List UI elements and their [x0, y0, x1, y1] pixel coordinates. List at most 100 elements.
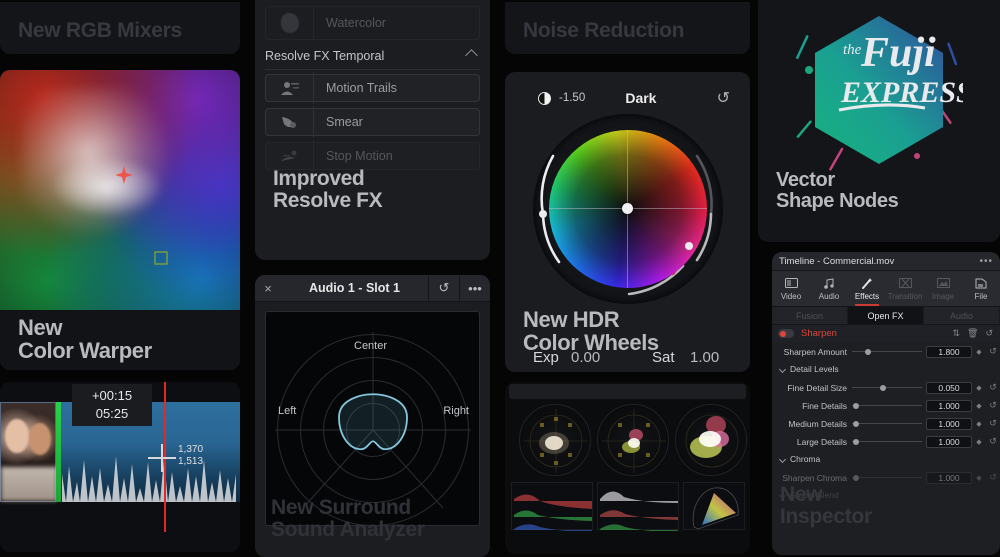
surround-analyzer-card: × Audio 1 - Slot 1 ↺ ••• Center Left Rig…: [255, 275, 490, 557]
plot-label-center: Center: [354, 340, 388, 352]
tab-effects[interactable]: Effects: [848, 271, 886, 306]
param-label: Medium Details: [788, 418, 847, 429]
resolve-fx-caption: Improved Resolve FX: [273, 167, 383, 213]
fx-item-watercolor[interactable]: Watercolor: [265, 6, 480, 40]
tab-label: Transition: [887, 291, 923, 301]
warper-cursor-icon: [115, 166, 168, 265]
keyframe-icon[interactable]: ◆: [972, 384, 986, 392]
resolve-fx-library-card: Watercolor Resolve FX Temporal Motion Tr…: [255, 0, 490, 260]
keyframe-icon[interactable]: ◆: [972, 402, 986, 410]
fx-item-label: Stop Motion: [326, 149, 393, 163]
close-icon[interactable]: ×: [255, 281, 281, 296]
exp-value[interactable]: 0.00: [571, 349, 600, 366]
reorder-icon[interactable]: ⇅: [952, 328, 960, 339]
param-large-details: Large Details 1.000 ◆ ↺: [772, 434, 1000, 449]
tab-video[interactable]: Video: [772, 271, 810, 306]
keyframe-icon[interactable]: ◆: [972, 438, 986, 446]
tab-audio[interactable]: Audio: [810, 271, 848, 306]
fuji-express-logo: the Fuji EXPRESS: [795, 16, 963, 171]
subtab-audio[interactable]: Audio: [924, 307, 1000, 324]
histogram-luma: [597, 482, 679, 532]
tab-label: Video: [780, 291, 802, 301]
param-slider[interactable]: [852, 474, 922, 481]
subtab-fusion[interactable]: Fusion: [772, 307, 848, 324]
more-options-icon[interactable]: •••: [459, 275, 490, 302]
thumb-subject-b: [29, 423, 51, 455]
reset-icon[interactable]: ↺: [986, 400, 1000, 411]
left-arc-handle[interactable]: [538, 210, 547, 218]
effect-enable-toggle[interactable]: [778, 329, 794, 338]
tab-image[interactable]: Image: [924, 271, 962, 306]
effect-name: Sharpen: [801, 328, 837, 339]
keyframe-icon[interactable]: ◆: [972, 420, 986, 428]
reset-icon[interactable]: ↺: [986, 346, 1000, 357]
reset-icon[interactable]: ↺: [986, 382, 1000, 393]
fx-item-label: Motion Trails: [326, 81, 397, 95]
reset-icon[interactable]: ↺: [717, 88, 730, 108]
tab-transition[interactable]: Transition: [886, 271, 924, 306]
group-chroma[interactable]: Chroma: [778, 454, 820, 464]
param-sharpen-amount: Sharpen Amount 1.800 ◆ ↺: [772, 344, 1000, 359]
param-sharpen-chroma: Sharpen Chroma 1.000 ◆ ↺: [772, 470, 1000, 485]
plot-label-left: Left: [278, 405, 297, 417]
transition-icon: [898, 277, 912, 290]
wheel-name: Dark: [625, 90, 657, 106]
param-slider[interactable]: [852, 402, 922, 409]
reset-icon[interactable]: ↺: [986, 418, 1000, 429]
scopes-toolbar[interactable]: [509, 384, 746, 399]
subtab-openfx[interactable]: Open FX: [848, 307, 924, 324]
fx-section-header-temporal[interactable]: Resolve FX Temporal: [265, 42, 480, 70]
fx-item-smear[interactable]: Smear: [265, 106, 480, 138]
reset-icon[interactable]: ↺: [986, 436, 1000, 447]
reset-icon[interactable]: ↺: [985, 328, 993, 339]
coord-x-value: 1,370: [178, 444, 204, 455]
histogram-rgb: [511, 482, 593, 532]
wheel-center-handle[interactable]: [621, 203, 633, 214]
tab-file[interactable]: File: [962, 271, 1000, 306]
inspector-tabs: Video Audio Effects Transition Image Fil…: [772, 271, 1000, 307]
more-options-icon[interactable]: •••: [979, 256, 993, 267]
keyframe-icon[interactable]: ◆: [972, 474, 986, 482]
exp-label: Exp: [533, 349, 559, 366]
param-value[interactable]: 1.800: [926, 345, 972, 358]
keyframe-icon[interactable]: ◆: [972, 348, 986, 356]
sat-value[interactable]: 1.00: [690, 349, 719, 366]
reset-icon[interactable]: ↺: [428, 275, 459, 302]
reset-icon[interactable]: ↺: [986, 472, 1000, 483]
vectorscope-1: [519, 404, 591, 476]
cursor-coordinates: 1,370 1,513: [178, 444, 203, 467]
surround-sound-plot[interactable]: Center Left Right: [265, 311, 480, 526]
file-icon: [975, 277, 987, 290]
stop-motion-icon: [266, 140, 314, 172]
fx-item-stop-motion[interactable]: Stop Motion: [265, 140, 480, 172]
vectorscope-2: [597, 404, 669, 476]
timecode-total: 05:25: [95, 406, 129, 421]
fx-item-motion-trails[interactable]: Motion Trails: [265, 72, 480, 104]
luminance-icon: [538, 91, 551, 105]
color-warper-grid[interactable]: [0, 70, 240, 310]
param-value[interactable]: 1.000: [926, 471, 972, 484]
param-medium-details: Medium Details 1.000 ◆ ↺: [772, 416, 1000, 431]
param-slider[interactable]: [852, 348, 922, 355]
clip-thumbnail[interactable]: [0, 402, 57, 502]
param-slider[interactable]: [852, 420, 922, 427]
param-value[interactable]: 0.050: [926, 381, 972, 394]
feature-collage: New RGB Mixers New Color Warper +00:15 0…: [0, 0, 1000, 557]
param-value[interactable]: 1.000: [926, 399, 972, 412]
fx-item-label: Smear: [326, 115, 363, 129]
smear-icon: [266, 106, 314, 138]
thumb-subject-a: [5, 419, 29, 453]
group-global-blend[interactable]: Global Blend: [778, 490, 839, 500]
right-arc-handle[interactable]: [684, 242, 693, 250]
param-label: Fine Details: [802, 400, 847, 411]
chevron-down-icon: [778, 455, 787, 463]
param-fine-details: Fine Details 1.000 ◆ ↺: [772, 398, 1000, 413]
param-slider[interactable]: [852, 384, 922, 391]
delete-icon[interactable]: 🗑: [967, 328, 978, 339]
param-value[interactable]: 1.000: [926, 435, 972, 448]
param-slider[interactable]: [852, 438, 922, 445]
hdr-color-wheel[interactable]: [532, 114, 723, 304]
param-value[interactable]: 1.000: [926, 417, 972, 430]
vectorscope-3: [675, 404, 747, 476]
group-detail-levels[interactable]: Detail Levels: [778, 364, 839, 374]
